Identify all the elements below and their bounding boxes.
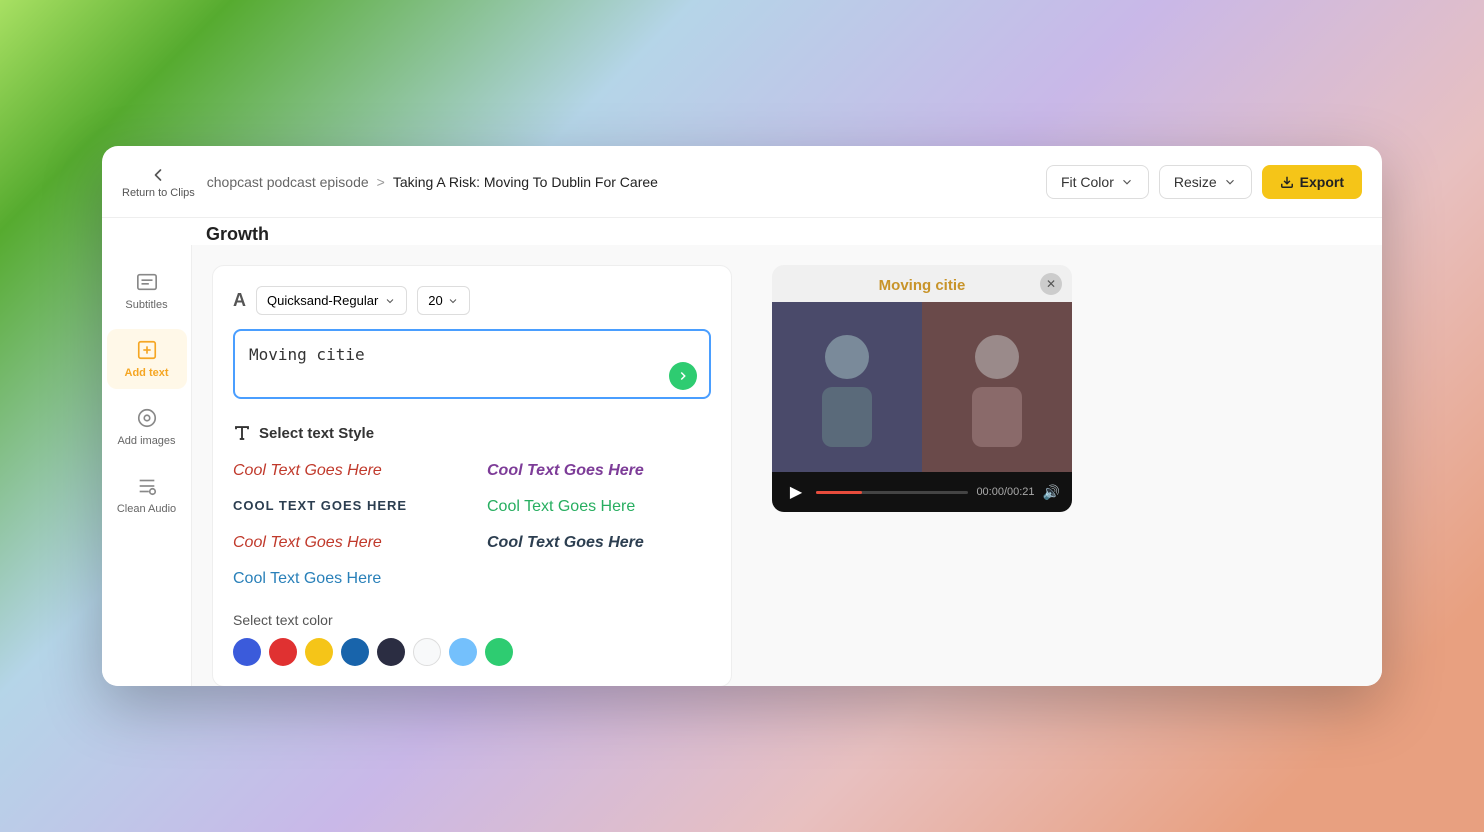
- app-header: Return to Clips chopcast podcast episode…: [102, 146, 1382, 218]
- export-label: Export: [1300, 174, 1344, 190]
- video-timeline[interactable]: [816, 491, 968, 494]
- breadcrumb-title: Taking A Risk: Moving To Dublin For Care…: [393, 174, 658, 190]
- close-preview-button[interactable]: ✕: [1040, 273, 1062, 295]
- sidebar-item-add-text[interactable]: Add text: [107, 329, 187, 389]
- style-option-4[interactable]: Cool Text Goes Here: [487, 494, 711, 520]
- cursor-icon: [669, 362, 697, 390]
- font-family-value: Quicksand-Regular: [267, 293, 378, 308]
- text-input-field[interactable]: [233, 329, 711, 399]
- style-options-grid: Cool Text Goes Here Cool Text Goes Here …: [233, 458, 711, 592]
- back-label: Return to Clips: [122, 187, 195, 199]
- time-display: 00:00/00:21: [976, 486, 1034, 498]
- color-swatch-red[interactable]: [269, 638, 297, 666]
- sidebar-item-add-images[interactable]: Add images: [107, 397, 187, 457]
- color-swatch-dark-blue[interactable]: [341, 638, 369, 666]
- fit-color-label: Fit Color: [1061, 174, 1114, 190]
- style-option-2[interactable]: Cool Text Goes Here: [487, 458, 711, 484]
- font-family-selector[interactable]: Quicksand-Regular: [256, 286, 407, 315]
- color-swatch-white[interactable]: [413, 638, 441, 666]
- header-actions: Fit Color Resize Export: [1046, 165, 1362, 199]
- sidebar: Subtitles Add text Add images: [102, 245, 192, 686]
- play-button[interactable]: ▶: [784, 480, 808, 504]
- editor-content: A Quicksand-Regular 20: [192, 245, 1382, 686]
- main-content: Subtitles Add text Add images: [102, 245, 1382, 686]
- style-option-7[interactable]: Cool Text Goes Here: [233, 566, 457, 592]
- font-controls: A Quicksand-Regular 20: [233, 286, 711, 315]
- resize-button[interactable]: Resize: [1159, 165, 1252, 199]
- style-selector-header: Select text Style: [233, 424, 711, 442]
- style-selector-label: Select text Style: [259, 425, 374, 442]
- volume-button[interactable]: 🔊: [1043, 484, 1060, 501]
- sidebar-add-images-label: Add images: [117, 435, 175, 447]
- style-option-5[interactable]: Cool Text Goes Here: [233, 530, 457, 556]
- preview-panel: ✕ Moving citie: [752, 265, 1072, 512]
- preview-label: Moving citie: [772, 265, 1072, 302]
- color-swatch-yellow[interactable]: [305, 638, 333, 666]
- video-controls: ▶ 00:00/00:21 🔊: [772, 472, 1072, 512]
- sidebar-item-clean-audio[interactable]: Clean Audio: [107, 465, 187, 525]
- sidebar-subtitles-label: Subtitles: [125, 299, 167, 311]
- text-format-icon: A: [233, 290, 246, 311]
- video-person-2: [922, 302, 1072, 472]
- font-size-selector[interactable]: 20: [417, 286, 469, 315]
- export-button[interactable]: Export: [1262, 165, 1362, 199]
- style-option-1[interactable]: Cool Text Goes Here: [233, 458, 457, 484]
- sidebar-add-text-label: Add text: [125, 367, 169, 379]
- color-swatch-blue[interactable]: [233, 638, 261, 666]
- color-section-label: Select text color: [233, 612, 711, 628]
- breadcrumb-separator: >: [377, 174, 385, 190]
- cursor-indicator: [669, 362, 697, 390]
- color-swatches: [233, 638, 711, 666]
- preview-container: ✕ Moving citie: [772, 265, 1072, 512]
- sidebar-clean-audio-label: Clean Audio: [117, 503, 176, 515]
- font-size-value: 20: [428, 293, 442, 308]
- style-option-3[interactable]: COOL TEXT GOES HERE: [233, 494, 457, 520]
- sidebar-item-subtitles[interactable]: Subtitles: [107, 261, 187, 321]
- page-subtitle: Growth: [206, 224, 269, 244]
- style-option-6[interactable]: Cool Text Goes Here: [487, 530, 711, 556]
- color-swatch-light-blue[interactable]: [449, 638, 477, 666]
- text-input-wrapper: [233, 329, 711, 404]
- color-swatch-green[interactable]: [485, 638, 513, 666]
- video-person-1: [772, 302, 922, 472]
- back-button[interactable]: Return to Clips: [122, 165, 195, 199]
- timeline-progress: [816, 491, 862, 494]
- fit-color-button[interactable]: Fit Color: [1046, 165, 1149, 199]
- video-frame: [772, 302, 1072, 472]
- breadcrumb-project: chopcast podcast episode: [207, 174, 369, 190]
- text-editor-panel: A Quicksand-Regular 20: [212, 265, 732, 686]
- color-swatch-dark[interactable]: [377, 638, 405, 666]
- resize-label: Resize: [1174, 174, 1217, 190]
- breadcrumb: chopcast podcast episode > Taking A Risk…: [207, 174, 1034, 190]
